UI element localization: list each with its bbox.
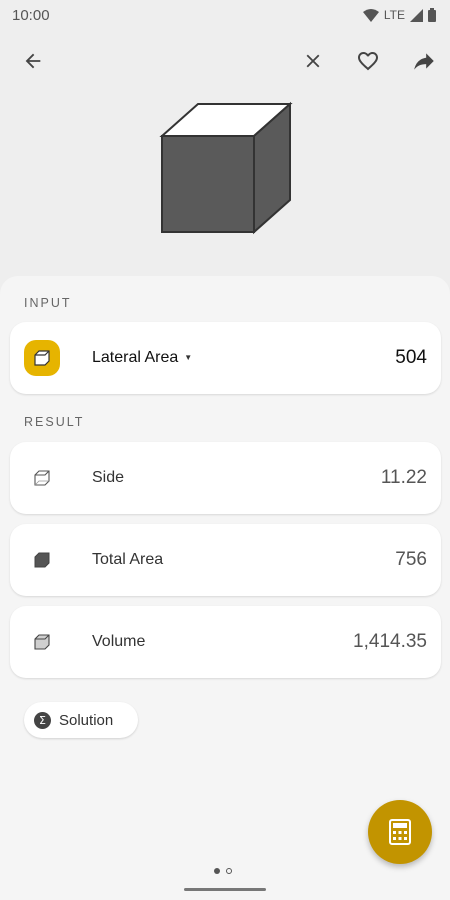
cube-grid-icon xyxy=(34,634,50,650)
page-dot-active[interactable] xyxy=(214,868,220,874)
side-icon-wrap xyxy=(24,460,60,496)
input-field-selector[interactable]: Lateral Area ▼ xyxy=(92,349,192,367)
dropdown-caret-icon: ▼ xyxy=(184,353,193,363)
favorite-button[interactable] xyxy=(345,38,391,84)
share-icon xyxy=(414,53,434,70)
shape-badge xyxy=(24,340,60,376)
back-arrow-icon xyxy=(25,53,41,69)
cube-face-icon xyxy=(34,350,50,366)
shape-badge-bg xyxy=(24,340,60,376)
result-row-side[interactable]: Side 11.22 xyxy=(10,442,441,514)
status-time: 10:00 xyxy=(12,6,50,24)
cube-edge-icon xyxy=(34,470,50,486)
input-section-label: INPUT xyxy=(24,296,72,310)
close-icon xyxy=(306,54,320,68)
result-row-volume[interactable]: Volume 1,414.35 xyxy=(10,606,441,678)
volume-icon-wrap xyxy=(24,624,60,660)
result-value: 756 xyxy=(395,549,427,570)
page-dot-inactive[interactable] xyxy=(226,868,232,874)
result-label: Volume xyxy=(92,633,146,650)
back-button[interactable] xyxy=(10,38,56,84)
input-field-label: Lateral Area xyxy=(92,349,179,366)
heart-icon xyxy=(358,52,378,71)
battery-icon xyxy=(428,8,436,22)
clear-button[interactable] xyxy=(290,38,336,84)
sigma-icon: Σ xyxy=(34,711,51,729)
input-card[interactable]: Lateral Area ▼ 504 xyxy=(10,322,441,394)
signal-icon xyxy=(410,8,423,22)
input-value[interactable]: 504 xyxy=(395,347,427,369)
result-row-total-area[interactable]: Total Area 756 xyxy=(10,524,441,596)
network-type: LTE xyxy=(383,8,405,22)
result-label: Total Area xyxy=(92,551,164,568)
total-area-icon-wrap xyxy=(24,542,60,578)
home-indicator[interactable] xyxy=(184,888,266,891)
wifi-icon xyxy=(362,8,379,22)
calculator-icon xyxy=(389,819,411,845)
status-bar: 10:00 LTE xyxy=(0,0,450,30)
solution-button[interactable]: Σ Solution xyxy=(24,702,138,738)
result-value: 1,414.35 xyxy=(353,631,427,652)
top-app-bar xyxy=(0,38,450,84)
page-indicator xyxy=(214,868,232,874)
calculator-button[interactable] xyxy=(368,800,432,864)
result-section-label: RESULT xyxy=(24,415,85,429)
status-icons: LTE xyxy=(362,8,436,22)
cube-icon xyxy=(159,101,293,235)
solution-label: Solution xyxy=(59,711,114,729)
share-button[interactable] xyxy=(401,38,447,84)
cube-solid-icon xyxy=(34,552,50,568)
result-value: 11.22 xyxy=(380,467,427,488)
result-label: Side xyxy=(92,469,125,486)
